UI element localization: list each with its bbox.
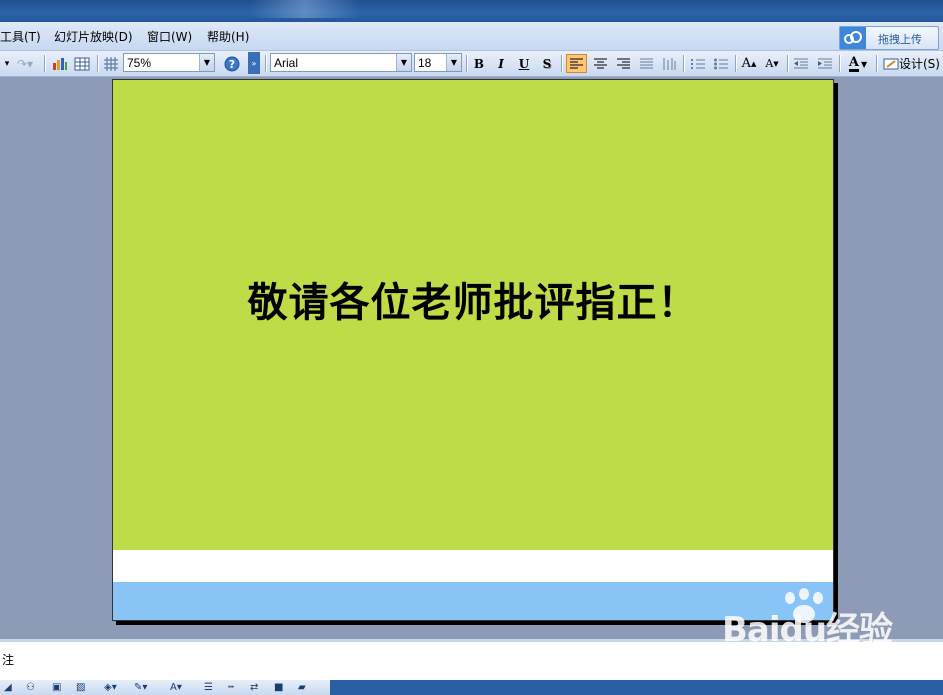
picture-tool-icon[interactable]: ▣ [52, 682, 61, 694]
notes-label: 注 [2, 653, 15, 667]
align-right-icon [616, 58, 630, 69]
slide-canvas[interactable]: 敬请各位老师批评指正！ [112, 79, 834, 621]
chevron-down-icon: ▼ [396, 54, 411, 71]
design-icon [883, 58, 899, 69]
font-size-value: 18 [418, 56, 432, 70]
redo-icon[interactable]: ↷▾ [14, 54, 36, 73]
watermark-text: Baidu经验 [722, 610, 893, 650]
chevron-down-icon: ▼ [446, 54, 461, 71]
menu-slideshow[interactable]: 幻灯片放映(D) [54, 28, 133, 45]
3d-style-icon[interactable]: ▰ [298, 682, 306, 694]
fill-color-icon[interactable]: ◈▾ [104, 682, 117, 694]
grid-icon[interactable] [102, 54, 120, 73]
decrease-font-icon[interactable]: A ▼ [762, 54, 782, 73]
insert-table-icon[interactable] [72, 54, 92, 73]
design-button[interactable]: 设计(S) [883, 54, 941, 73]
bold-button[interactable]: B [470, 54, 488, 73]
align-left-icon [570, 58, 583, 69]
shadow-button[interactable]: S [538, 54, 556, 73]
line-style-icon[interactable]: ☰ [204, 682, 213, 694]
line-color-icon[interactable]: ✎▾ [134, 682, 147, 694]
align-center-icon [593, 58, 607, 69]
dash-style-icon[interactable]: ┅ [228, 682, 234, 694]
justify-button[interactable] [636, 54, 656, 73]
text-color-icon[interactable]: A▾ [170, 682, 182, 694]
decrease-indent-icon[interactable] [791, 54, 811, 73]
font-size-select[interactable]: 18 ▼ [414, 53, 462, 72]
shapes-tool-icon[interactable]: ⚇ [26, 682, 35, 694]
insert-chart-icon[interactable] [50, 54, 70, 73]
italic-button[interactable]: I [492, 54, 510, 73]
font-name-select[interactable]: Arial ▼ [270, 53, 412, 72]
underline-button[interactable]: U [515, 54, 533, 73]
upload-button[interactable]: 拖拽上传 [839, 26, 939, 50]
toolbar-options-icon[interactable]: » [248, 52, 260, 74]
cloud-upload-icon [840, 27, 866, 49]
slide-title[interactable]: 敬请各位老师批评指正！ [113, 270, 833, 328]
justify-icon [639, 58, 653, 69]
font-name-value: Arial [274, 56, 299, 70]
menu-help[interactable]: 帮助(H) [207, 28, 249, 45]
undo-dropdown-icon[interactable]: ▾ [0, 54, 14, 73]
align-right-button[interactable] [613, 54, 633, 73]
formatting-toolbar: ▾ ↷▾ 75% ▼ ? » Arial ▼ 18 ▼ B I U S A ▲ … [0, 51, 943, 77]
image-tool-icon[interactable]: ▨ [76, 682, 85, 694]
zoom-value: 75% [127, 56, 152, 70]
zoom-select[interactable]: 75% ▼ [123, 53, 215, 72]
line-tool-icon[interactable]: ◢ [4, 682, 12, 694]
distributed-icon[interactable] [659, 54, 679, 73]
design-label: 设计(S) [899, 57, 940, 71]
menu-bar: 工具(T) 幻灯片放映(D) 窗口(W) 帮助(H) 拖拽上传 [0, 22, 943, 51]
chevron-down-icon: ▼ [199, 54, 214, 71]
increase-font-icon[interactable]: A ▲ [739, 54, 759, 73]
arrow-style-icon[interactable]: ⇄ [250, 682, 258, 694]
slide-white-band [113, 550, 833, 582]
shadow-style-icon[interactable]: ■ [274, 682, 283, 694]
baidu-watermark: Baidu经验 jingyan.baidu.com [722, 588, 902, 678]
bullets-icon[interactable] [711, 54, 731, 73]
menu-tools[interactable]: 工具(T) [0, 28, 41, 45]
font-color-icon[interactable]: A ▼ [844, 54, 872, 73]
align-left-button[interactable] [566, 54, 587, 73]
upload-label: 拖拽上传 [878, 33, 922, 46]
svg-text:?: ? [229, 58, 235, 71]
align-center-button[interactable] [590, 54, 610, 73]
watermark-url: jingyan.baidu.com [738, 650, 868, 666]
increase-indent-icon[interactable] [815, 54, 835, 73]
numbering-icon[interactable] [688, 54, 708, 73]
help-icon[interactable]: ? [222, 54, 242, 73]
window-titlebar [0, 0, 943, 22]
drawing-toolbar: ◢ ⚇ ▣ ▨ ◈▾ ✎▾ A▾ ☰ ┅ ⇄ ■ ▰ [0, 680, 943, 695]
menu-window[interactable]: 窗口(W) [147, 28, 192, 45]
